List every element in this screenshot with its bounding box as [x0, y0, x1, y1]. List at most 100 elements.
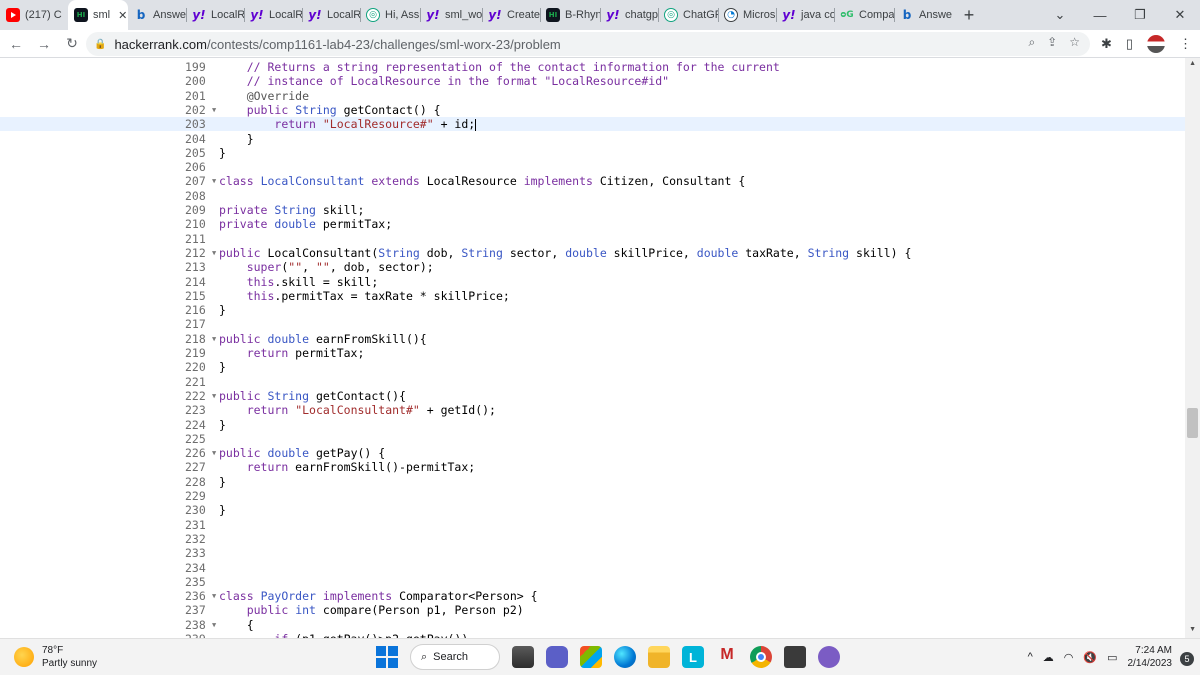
browser-tab[interactable]: y! LocalRe — [244, 0, 302, 30]
fold-arrow-icon[interactable]: ▼ — [212, 332, 216, 346]
code-line[interactable]: 227 return earnFromSkill()-permitTax; — [0, 460, 1185, 474]
scroll-up-arrow-icon[interactable]: ▲ — [1189, 60, 1196, 67]
calculator-app-icon[interactable] — [784, 646, 806, 668]
browser-tab[interactable]: b Answer — [894, 0, 952, 30]
taskbar-search[interactable]: ⌕ Search — [410, 644, 500, 670]
code-line[interactable]: 215 this.permitTax = taxRate * skillPric… — [0, 289, 1185, 303]
browser-tab[interactable]: y! LocalRe — [186, 0, 244, 30]
lock-icon[interactable]: 🔒 — [94, 39, 106, 50]
browser-tab[interactable]: y! Create — [482, 0, 540, 30]
side-panel-icon[interactable]: ▯ — [1126, 36, 1133, 52]
browser-tab[interactable]: ◔ Micros — [718, 0, 776, 30]
mcafee-app-icon[interactable]: M — [716, 646, 738, 668]
code-line[interactable]: 219 return permitTax; — [0, 346, 1185, 360]
code-line[interactable]: 202 ▼ public String getContact() { — [0, 103, 1185, 117]
reload-icon[interactable]: ↻ — [60, 35, 84, 52]
code-line[interactable]: 229 — [0, 489, 1185, 503]
code-line[interactable]: 236 ▼ class PayOrder implements Comparator… — [0, 589, 1185, 603]
tray-overflow-chevron-icon[interactable]: ^ — [1028, 651, 1033, 663]
code-line[interactable]: 222 ▼ public String getContact(){ — [0, 389, 1185, 403]
browser-tab[interactable]: y! java co — [776, 0, 834, 30]
page-scrollbar[interactable] — [1185, 58, 1200, 638]
scroll-down-arrow-icon[interactable]: ▼ — [1189, 626, 1196, 633]
code-line[interactable]: 218 ▼ public double earnFromSkill(){ — [0, 332, 1185, 346]
code-line[interactable]: 232 — [0, 532, 1185, 546]
code-line[interactable]: 238 ▼ { — [0, 618, 1185, 632]
file-manager-app-icon[interactable] — [512, 646, 534, 668]
fold-arrow-icon[interactable]: ▼ — [212, 389, 216, 403]
code-line[interactable]: 205} — [0, 146, 1185, 160]
browser-tab[interactable]: (217) C — [0, 0, 68, 30]
browser-tab[interactable]: b Answer — [128, 0, 186, 30]
notification-badge[interactable]: 5 — [1180, 652, 1194, 666]
code-line[interactable]: 211 — [0, 232, 1185, 246]
bookmark-star-icon[interactable]: ☆ — [1069, 35, 1080, 50]
code-line[interactable]: 212 ▼ public LocalConsultant(String dob, S… — [0, 246, 1185, 260]
code-line[interactable]: 228} — [0, 475, 1185, 489]
tab-close-icon[interactable]: ✕ — [118, 9, 127, 22]
code-editor[interactable]: 199 // Returns a string representation o… — [0, 58, 1200, 638]
fold-arrow-icon[interactable]: ▼ — [212, 618, 216, 632]
forward-icon[interactable]: → — [32, 36, 56, 52]
code-line[interactable]: 223 return "LocalConsultant#" + getId(); — [0, 403, 1185, 417]
code-line[interactable]: 200 // instance of LocalResource in the … — [0, 74, 1185, 88]
code-line[interactable]: 214 this.skill = skill; — [0, 275, 1185, 289]
code-line[interactable]: 225 — [0, 432, 1185, 446]
restore-icon[interactable]: ❐ — [1120, 7, 1160, 23]
browser-tab[interactable]: y! sml_wo — [420, 0, 482, 30]
fold-arrow-icon[interactable]: ▼ — [212, 103, 216, 117]
fold-arrow-icon[interactable]: ▼ — [212, 589, 216, 603]
scrollbar-thumb[interactable] — [1187, 408, 1198, 438]
address-bar[interactable]: 🔒 hackerrank.com/contests/comp1161-lab4-… — [86, 32, 1090, 56]
code-line[interactable]: 233 — [0, 546, 1185, 560]
share-icon[interactable]: ⇪ — [1047, 35, 1057, 50]
code-line[interactable]: 199 // Returns a string representation o… — [0, 60, 1185, 74]
fold-arrow-icon[interactable]: ▼ — [212, 446, 216, 460]
store-app-icon[interactable] — [580, 646, 602, 668]
weather-widget[interactable]: 78°F Partly sunny — [14, 644, 97, 670]
code-line[interactable]: 224} — [0, 418, 1185, 432]
browser-tab[interactable]: ᴑG Compa — [834, 0, 894, 30]
code-line[interactable]: 203 return "LocalResource#" + id; — [0, 117, 1185, 132]
code-line[interactable]: 206 — [0, 160, 1185, 174]
code-line[interactable]: 210 private double permitTax; — [0, 217, 1185, 231]
code-line[interactable]: 226 ▼ public double getPay() { — [0, 446, 1185, 460]
extensions-icon[interactable]: ✱ — [1101, 36, 1112, 52]
code-line[interactable]: 220} — [0, 360, 1185, 374]
minimize-icon[interactable]: — — [1080, 8, 1120, 23]
folder-app-icon[interactable] — [648, 646, 670, 668]
browser-tab[interactable]: HI sml ✕ — [68, 0, 128, 30]
code-line[interactable]: 216} — [0, 303, 1185, 317]
code-line[interactable]: 204 } — [0, 132, 1185, 146]
code-line[interactable]: 234 — [0, 561, 1185, 575]
l-app-icon[interactable]: L — [682, 646, 704, 668]
new-tab-button[interactable]: + — [956, 2, 982, 28]
code-line[interactable]: 207 ▼ class LocalConsultant extends LocalR… — [0, 174, 1185, 188]
code-line[interactable]: 235 — [0, 575, 1185, 589]
browser-tab[interactable]: y! chatgp — [600, 0, 658, 30]
browser-tab[interactable]: ◎ ChatGF — [658, 0, 718, 30]
menu-dots-icon[interactable]: ⋮ — [1179, 36, 1192, 52]
chrome-app-icon[interactable] — [750, 646, 772, 668]
close-window-icon[interactable]: ✕ — [1160, 7, 1200, 23]
code-line[interactable]: 237 public int compare(Person p1, Person… — [0, 603, 1185, 617]
code-line[interactable]: 208 — [0, 189, 1185, 203]
browser-tab[interactable]: y! LocalRe — [302, 0, 360, 30]
edge-app-icon[interactable] — [614, 646, 636, 668]
code-line[interactable]: 201 @Override — [0, 89, 1185, 103]
code-line[interactable]: 231 — [0, 518, 1185, 532]
profile-avatar[interactable] — [1147, 35, 1165, 53]
browser-tab[interactable]: HI B-Rhyn — [540, 0, 600, 30]
code-line[interactable]: 209 private String skill; — [0, 203, 1185, 217]
code-line[interactable]: 230} — [0, 503, 1185, 517]
start-button[interactable] — [376, 646, 398, 668]
volume-muted-icon[interactable]: 🔇 — [1083, 651, 1097, 664]
teams-app-icon[interactable] — [546, 646, 568, 668]
fold-arrow-icon[interactable]: ▼ — [212, 174, 216, 188]
fold-arrow-icon[interactable]: ▼ — [212, 246, 216, 260]
search-lens-icon[interactable]: ⌕ — [1028, 35, 1035, 50]
clock[interactable]: 7:24 AM 2/14/2023 — [1128, 644, 1173, 670]
code-line[interactable]: 221 — [0, 375, 1185, 389]
visual-studio-app-icon[interactable] — [818, 646, 840, 668]
tab-search-icon[interactable]: ⌄ — [1040, 7, 1080, 23]
